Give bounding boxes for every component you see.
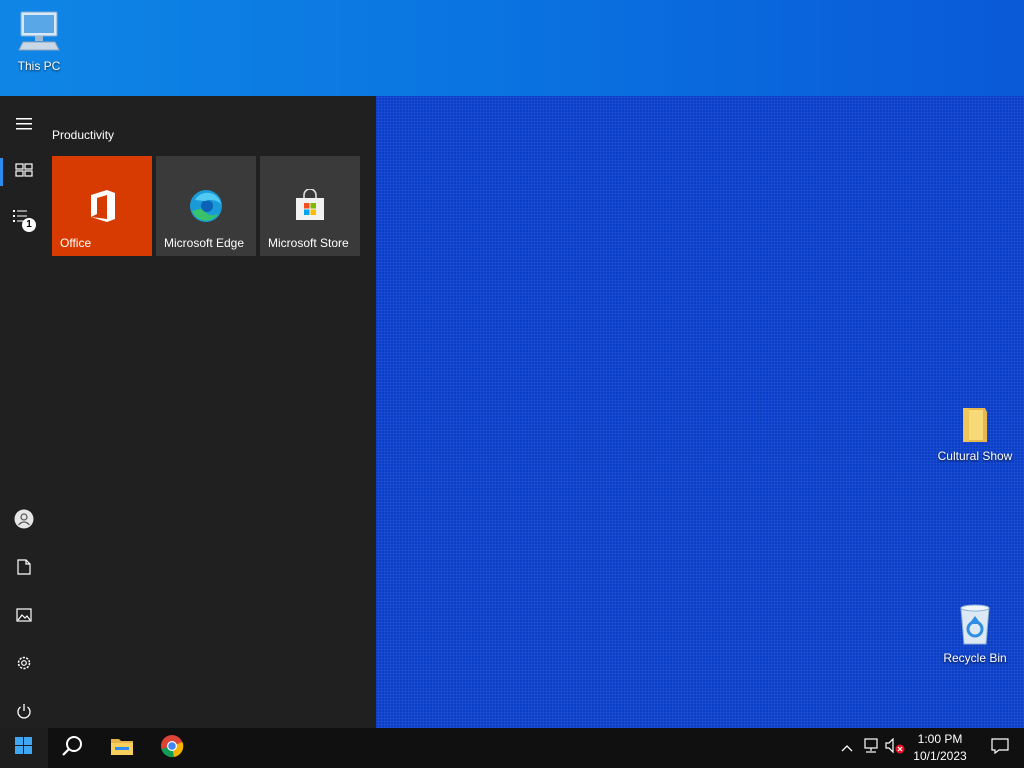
wallpaper-band xyxy=(0,0,1024,96)
start-button[interactable] xyxy=(0,728,48,768)
recycle-bin-icon xyxy=(955,604,995,649)
show-hidden-icons-button[interactable] xyxy=(838,738,856,758)
all-apps-button[interactable]: 1 xyxy=(0,198,48,242)
all-apps-icon: 1 xyxy=(13,209,36,232)
tile-office[interactable]: Office xyxy=(52,156,152,256)
hamburger-icon xyxy=(16,117,32,135)
folder-icon xyxy=(955,408,995,447)
network-icon xyxy=(862,737,880,759)
power-icon xyxy=(16,703,32,724)
tile-microsoft-store[interactable]: Microsoft Store xyxy=(260,156,360,256)
start-icon xyxy=(15,736,33,760)
start-menu: 1 Productivity Office Microsoft Edge Mic… xyxy=(0,96,376,728)
pinned-tiles-button[interactable] xyxy=(0,150,48,194)
tile-group-title: Productivity xyxy=(52,128,115,142)
tile-label: Microsoft Edge xyxy=(164,236,245,250)
start-menu-rail: 1 xyxy=(0,96,48,728)
search-icon xyxy=(61,735,83,762)
clock-date: 10/1/2023 xyxy=(913,749,967,763)
desktop-icon-cultural-show[interactable]: Cultural Show xyxy=(932,404,1018,463)
chrome-icon xyxy=(160,734,184,763)
edge-icon xyxy=(186,186,226,226)
notification-icon xyxy=(991,737,1009,759)
user-icon xyxy=(14,509,34,534)
file-explorer-icon xyxy=(110,736,134,761)
clock-time: 1:00 PM xyxy=(917,732,963,746)
tile-microsoft-edge[interactable]: Microsoft Edge xyxy=(156,156,256,256)
tile-label: Microsoft Store xyxy=(268,236,349,250)
chrome-button[interactable] xyxy=(148,728,196,768)
pictures-icon xyxy=(16,607,32,627)
notification-badge: 1 xyxy=(22,218,36,232)
volume-button[interactable] xyxy=(884,737,906,759)
documents-icon xyxy=(17,558,31,580)
office-icon xyxy=(82,186,122,226)
desktop-icon-this-pc[interactable]: This PC xyxy=(0,8,82,73)
network-button[interactable] xyxy=(860,737,882,759)
settings-icon xyxy=(15,654,33,677)
desktop-icon-label: Cultural Show xyxy=(937,449,1013,463)
desktop-icon-label: This PC xyxy=(17,59,61,73)
volume-muted-icon xyxy=(885,737,905,759)
store-icon xyxy=(290,186,330,226)
tiles-icon xyxy=(15,162,33,182)
settings-button[interactable] xyxy=(0,643,48,687)
documents-button[interactable] xyxy=(0,547,48,591)
desktop-icon-recycle-bin[interactable]: Recycle Bin xyxy=(932,602,1018,665)
expand-menu-button[interactable] xyxy=(0,104,48,148)
tile-label: Office xyxy=(60,236,92,250)
search-button[interactable] xyxy=(48,728,96,768)
desktop-icon-label: Recycle Bin xyxy=(943,651,1007,665)
user-account-button[interactable] xyxy=(0,499,48,543)
file-explorer-button[interactable] xyxy=(98,728,146,768)
pictures-button[interactable] xyxy=(0,595,48,639)
chevron-up-icon xyxy=(841,739,853,757)
computer-icon xyxy=(15,11,63,57)
taskbar: 1:00 PM 10/1/2023 xyxy=(0,728,1024,768)
clock[interactable]: 1:00 PM 10/1/2023 xyxy=(908,731,972,765)
notifications-button[interactable] xyxy=(976,728,1024,768)
